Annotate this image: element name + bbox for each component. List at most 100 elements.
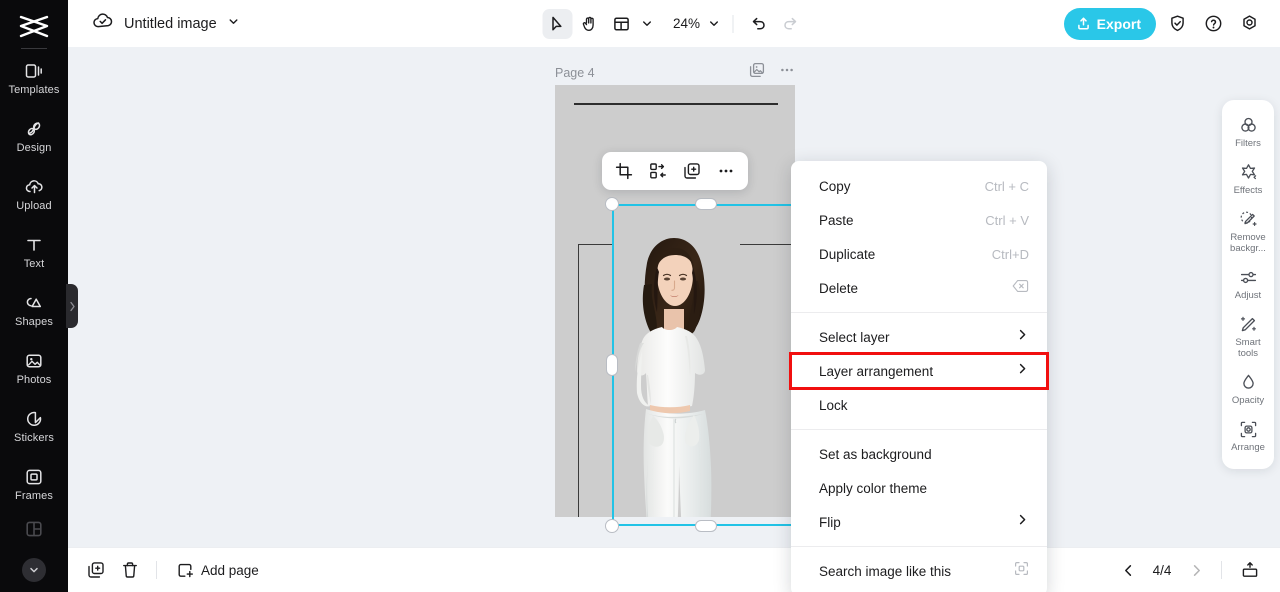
duplicate-page-button[interactable] bbox=[80, 555, 112, 585]
selection-edge-bottom bbox=[612, 524, 800, 526]
right-panel-label: Arrange bbox=[1231, 442, 1265, 453]
context-menu-item-flip[interactable]: Flip bbox=[791, 505, 1047, 539]
context-menu-item-layer-arrangement[interactable]: Layer arrangement bbox=[789, 352, 1049, 390]
export-upload-icon bbox=[1077, 17, 1089, 30]
menu-item-label: Delete bbox=[819, 280, 859, 296]
more-horizontal-icon[interactable] bbox=[779, 62, 795, 83]
right-panel-item-remove-background[interactable]: Remove backgr... bbox=[1222, 202, 1274, 260]
toolbar-divider bbox=[732, 14, 734, 33]
sidebar-expand-button[interactable] bbox=[22, 558, 46, 582]
document-title-group[interactable]: Untitled image bbox=[68, 12, 240, 35]
sidebar-label: Shapes bbox=[15, 316, 53, 328]
sidebar-label: Design bbox=[16, 142, 52, 154]
sidebar-item-design[interactable]: Design bbox=[0, 107, 68, 165]
menu-item-label: Copy bbox=[819, 178, 851, 194]
layout-tool-button[interactable] bbox=[607, 9, 637, 39]
replace-button[interactable] bbox=[642, 156, 674, 186]
right-panel-item-filters[interactable]: Filters bbox=[1222, 108, 1274, 155]
context-menu-item-duplicate[interactable]: Duplicate Ctrl+D bbox=[791, 237, 1047, 271]
add-page-button[interactable]: Add page bbox=[167, 555, 269, 585]
more-horizontal-icon bbox=[719, 169, 733, 173]
zoom-level-value[interactable]: 24% bbox=[670, 16, 704, 31]
settings-gear-icon[interactable] bbox=[1234, 9, 1264, 39]
chevron-right-icon bbox=[69, 301, 75, 311]
filters-icon bbox=[1239, 115, 1258, 135]
resize-handle-bottom-left[interactable] bbox=[605, 519, 619, 533]
context-menu-item-delete[interactable]: Delete bbox=[791, 271, 1047, 305]
document-title[interactable]: Untitled image bbox=[124, 16, 217, 32]
sidebar-label: Templates bbox=[8, 84, 60, 96]
context-menu-item-paste[interactable]: Paste Ctrl + V bbox=[791, 203, 1047, 237]
context-menu-item-search-image-like-this[interactable]: Search image like this bbox=[791, 554, 1047, 588]
redo-button[interactable] bbox=[776, 9, 806, 39]
right-panel-label: Smart tools bbox=[1235, 337, 1261, 359]
duplicate-page-icon[interactable] bbox=[749, 62, 765, 83]
right-panel-item-smart-tools[interactable]: Smart tools bbox=[1222, 307, 1274, 365]
templates-icon bbox=[24, 60, 44, 81]
right-panel-label: Remove backgr... bbox=[1230, 232, 1266, 254]
right-panel-item-opacity[interactable]: Opacity bbox=[1222, 365, 1274, 412]
menu-item-shortcut: Ctrl + V bbox=[985, 212, 1029, 228]
right-panel-item-arrange[interactable]: Arrange bbox=[1222, 412, 1274, 459]
cloud-saved-icon bbox=[92, 12, 114, 35]
hand-tool-button[interactable] bbox=[575, 9, 605, 39]
photo-woman-white-outfit[interactable] bbox=[612, 223, 740, 517]
layout-icon bbox=[614, 16, 629, 31]
page-canvas[interactable] bbox=[555, 85, 795, 517]
frames-icon bbox=[24, 466, 44, 487]
chevron-down-icon bbox=[643, 21, 651, 26]
context-menu-item-lock[interactable]: Lock bbox=[791, 388, 1047, 422]
crop-button[interactable] bbox=[608, 156, 640, 186]
hand-icon bbox=[582, 16, 594, 31]
zoom-dropdown-chevron[interactable] bbox=[706, 17, 723, 30]
export-button[interactable]: Export bbox=[1063, 7, 1156, 40]
sidebar-collapse-handle[interactable] bbox=[66, 284, 78, 328]
right-panel-label: Opacity bbox=[1231, 395, 1265, 406]
element-floating-toolbar bbox=[602, 152, 748, 190]
chevron-left-icon bbox=[1124, 564, 1131, 576]
resize-handle-bottom-center[interactable] bbox=[695, 520, 717, 532]
trash-icon bbox=[123, 562, 137, 578]
right-panel-item-effects[interactable]: Effects bbox=[1222, 155, 1274, 202]
sidebar-item-frames[interactable]: Frames bbox=[0, 455, 68, 513]
menu-item-label: Lock bbox=[819, 397, 848, 413]
sidebar-item-more-partial[interactable] bbox=[0, 513, 68, 553]
menu-item-label: Layer arrangement bbox=[819, 363, 934, 379]
chevron-right-icon bbox=[1193, 564, 1200, 576]
bottom-divider bbox=[156, 561, 157, 579]
undo-button[interactable] bbox=[744, 9, 774, 39]
menu-item-label: Select layer bbox=[819, 329, 890, 345]
top-toolbar: Untitled image 24% Export bbox=[68, 0, 1280, 47]
shield-check-icon[interactable] bbox=[1162, 9, 1192, 39]
context-menu-item-set-as-background[interactable]: Set as background bbox=[791, 437, 1047, 471]
sidebar-label: Stickers bbox=[14, 432, 54, 444]
upload-cloud-icon bbox=[24, 176, 45, 197]
duplicate-button[interactable] bbox=[676, 156, 708, 186]
next-page-button[interactable] bbox=[1183, 557, 1209, 583]
opacity-icon bbox=[1239, 372, 1258, 392]
sidebar-item-text[interactable]: Text bbox=[0, 223, 68, 281]
context-menu-item-copy[interactable]: Copy Ctrl + C bbox=[791, 169, 1047, 203]
stickers-icon bbox=[24, 408, 44, 429]
menu-separator bbox=[791, 429, 1047, 430]
sidebar-item-shapes[interactable]: Shapes bbox=[0, 281, 68, 339]
select-tool-button[interactable] bbox=[542, 8, 573, 39]
delete-page-button[interactable] bbox=[114, 555, 146, 585]
sidebar-item-photos[interactable]: Photos bbox=[0, 339, 68, 397]
menu-item-label: Set as background bbox=[819, 446, 932, 462]
page-header-actions bbox=[749, 62, 795, 83]
context-menu-item-apply-color-theme[interactable]: Apply color theme bbox=[791, 471, 1047, 505]
sidebar-item-upload[interactable]: Upload bbox=[0, 165, 68, 223]
sidebar-item-stickers[interactable]: Stickers bbox=[0, 397, 68, 455]
right-panel-item-adjust[interactable]: Adjust bbox=[1222, 260, 1274, 307]
help-circle-icon[interactable] bbox=[1198, 9, 1228, 39]
chevron-down-icon[interactable] bbox=[227, 15, 240, 33]
prev-page-button[interactable] bbox=[1115, 557, 1141, 583]
undo-icon bbox=[752, 17, 765, 29]
layout-dropdown-chevron[interactable] bbox=[639, 17, 656, 30]
sidebar-item-templates[interactable]: Templates bbox=[0, 49, 68, 107]
present-button[interactable] bbox=[1234, 555, 1266, 585]
context-menu-item-select-layer[interactable]: Select layer bbox=[791, 320, 1047, 354]
more-button[interactable] bbox=[710, 156, 742, 186]
capcut-logo[interactable] bbox=[11, 9, 57, 45]
